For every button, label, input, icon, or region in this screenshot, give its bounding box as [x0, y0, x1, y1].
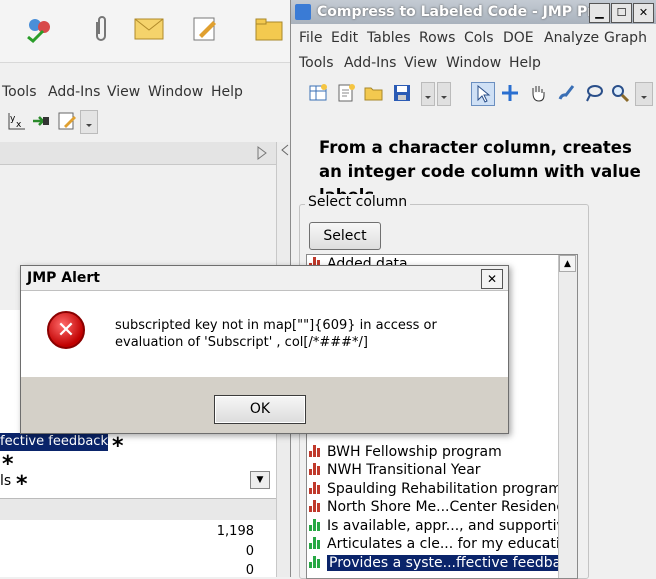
list-item[interactable]: Articulates a cle... for my education: [309, 535, 577, 553]
nominal-column-icon: [309, 445, 323, 457]
ok-button[interactable]: OK: [214, 395, 306, 424]
bg-menu-help[interactable]: Help: [211, 84, 243, 100]
list-scrollbar[interactable]: ▲: [558, 255, 577, 578]
list-item[interactable]: North Shore Me...Center Residency: [309, 498, 572, 516]
nominal-column-icon: [309, 500, 323, 512]
toolbar-overflow-icon[interactable]: [80, 110, 98, 134]
menu-doe[interactable]: DOE: [503, 30, 534, 46]
list-item[interactable]: NWH Transitional Year: [309, 461, 481, 479]
menu-graph[interactable]: Graph: [604, 30, 647, 46]
arrow-pointer-icon[interactable]: [471, 82, 495, 106]
menu-file[interactable]: File: [299, 30, 322, 46]
window-title: Compress to Labeled Code - JMP Pro: [317, 4, 604, 20]
background-row-label: ls: [0, 473, 12, 489]
menu-tables[interactable]: Tables: [367, 30, 411, 46]
group-label: Select column: [305, 194, 411, 210]
bg-menu-view[interactable]: View: [107, 84, 140, 100]
collapse-triangle-icon[interactable]: [256, 146, 268, 160]
background-grid-header: [0, 498, 276, 522]
nominal-column-icon: [309, 463, 323, 475]
grid-cell: 0: [245, 563, 254, 577]
jmp-menubar: File Edit Tables Rows Cols DOE Analyze G…: [291, 27, 656, 51]
arrow-tool-icon[interactable]: [30, 110, 52, 132]
list-item[interactable]: Provides a syste...ffective feedback: [309, 554, 577, 572]
list-item-label: North Shore Me...Center Residency: [327, 499, 573, 515]
new-table-icon[interactable]: [307, 82, 329, 104]
background-panel-header: [0, 142, 276, 165]
background-selected-text: fective feedback: [0, 434, 108, 449]
list-item-label: Provides a syste...ffective feedback: [327, 555, 577, 571]
nominal-column-icon: [309, 482, 323, 494]
list-item[interactable]: Spaulding Rehabilitation program: [309, 480, 562, 498]
list-item[interactable]: BWH Fellowship program: [309, 443, 502, 461]
select-button[interactable]: Select: [309, 222, 381, 250]
list-item[interactable]: Is available, appr..., and supportive: [309, 517, 573, 535]
edit-note-icon[interactable]: [188, 12, 222, 46]
toolbar-overflow-icon[interactable]: [421, 82, 435, 106]
grid-cell: 1,198: [216, 524, 254, 539]
envelope-icon[interactable]: [132, 12, 166, 46]
background-menubar: Tools Add-Ins View Window Help: [0, 80, 292, 104]
menu-help[interactable]: Help: [509, 55, 541, 71]
bg-menu-tools[interactable]: Tools: [2, 84, 37, 100]
ordinal-column-icon: [309, 556, 323, 568]
background-toolbar: [0, 0, 292, 63]
minimize-button[interactable]: ▁: [589, 3, 610, 23]
background-selected-row[interactable]: fective feedback: [0, 433, 108, 451]
bg-menu-window[interactable]: Window: [148, 84, 203, 100]
menu-analyze[interactable]: Analyze: [544, 30, 599, 46]
menu-addins[interactable]: Add-Ins: [344, 55, 396, 71]
open-folder-icon[interactable]: [363, 82, 385, 104]
list-item-label: Spaulding Rehabilitation program: [327, 481, 562, 497]
toolbar-overflow-icon[interactable]: [437, 82, 451, 106]
notepad-icon[interactable]: [56, 110, 78, 132]
bg-menu-addins[interactable]: Add-Ins: [48, 84, 100, 100]
maximize-button[interactable]: ☐: [611, 3, 632, 23]
chevron-down-icon[interactable]: ▼: [250, 471, 270, 489]
menu-rows[interactable]: Rows: [419, 30, 455, 46]
new-script-icon[interactable]: [335, 82, 357, 104]
list-item-label: BWH Fellowship program: [327, 444, 502, 460]
close-button[interactable]: ✕: [633, 3, 654, 23]
alert-message: subscripted key not in map[""]{609} in a…: [115, 318, 437, 350]
scroll-up-arrow-icon[interactable]: ▲: [559, 255, 576, 272]
brush-icon[interactable]: [555, 82, 577, 104]
alert-close-button[interactable]: ✕: [481, 269, 503, 289]
hand-grabber-icon[interactable]: [527, 82, 549, 104]
list-item-label: NWH Transitional Year: [327, 462, 481, 478]
menu-edit[interactable]: Edit: [331, 30, 358, 46]
chevron-left-icon[interactable]: [280, 144, 290, 156]
star-marker: *: [112, 434, 124, 459]
alert-body: ✕ subscripted key not in map[""]{609} in…: [21, 291, 508, 377]
background-grid: 1,198 0 0: [0, 520, 276, 577]
error-icon: ✕: [47, 311, 85, 349]
ordinal-column-icon: [309, 519, 323, 531]
ordinal-column-icon: [309, 537, 323, 549]
lasso-icon[interactable]: [583, 82, 605, 104]
jmp-app-icon: [295, 4, 311, 20]
jmp-alert-dialog: JMP Alert ✕ ✕ subscripted key not in map…: [20, 265, 509, 434]
crosshair-icon[interactable]: [499, 82, 521, 104]
star-marker: *: [16, 472, 28, 497]
menu-view[interactable]: View: [404, 55, 437, 71]
alert-title: JMP Alert: [27, 270, 101, 286]
menu-window[interactable]: Window: [446, 55, 501, 71]
users-check-icon[interactable]: [22, 12, 56, 46]
list-item-label: Articulates a cle... for my education: [327, 536, 578, 552]
alert-titlebar[interactable]: JMP Alert ✕: [21, 266, 508, 291]
folder-icon[interactable]: [252, 12, 286, 46]
jmp-menubar-row2: Tools Add-Ins View Window Help: [291, 52, 656, 76]
magnifier-icon[interactable]: [609, 82, 631, 104]
jmp-titlebar[interactable]: Compress to Labeled Code - JMP Pro ▁ ☐ ✕: [291, 0, 656, 24]
formula-yx-icon[interactable]: yx: [6, 110, 28, 132]
grid-cell: 0: [245, 544, 254, 559]
menu-cols[interactable]: Cols: [464, 30, 494, 46]
list-item-label: Is available, appr..., and supportive: [327, 518, 574, 534]
toolbar-overflow-icon[interactable]: [635, 82, 653, 106]
save-icon[interactable]: [391, 82, 413, 104]
paperclip-icon[interactable]: [84, 12, 118, 46]
menu-tools[interactable]: Tools: [299, 55, 334, 71]
